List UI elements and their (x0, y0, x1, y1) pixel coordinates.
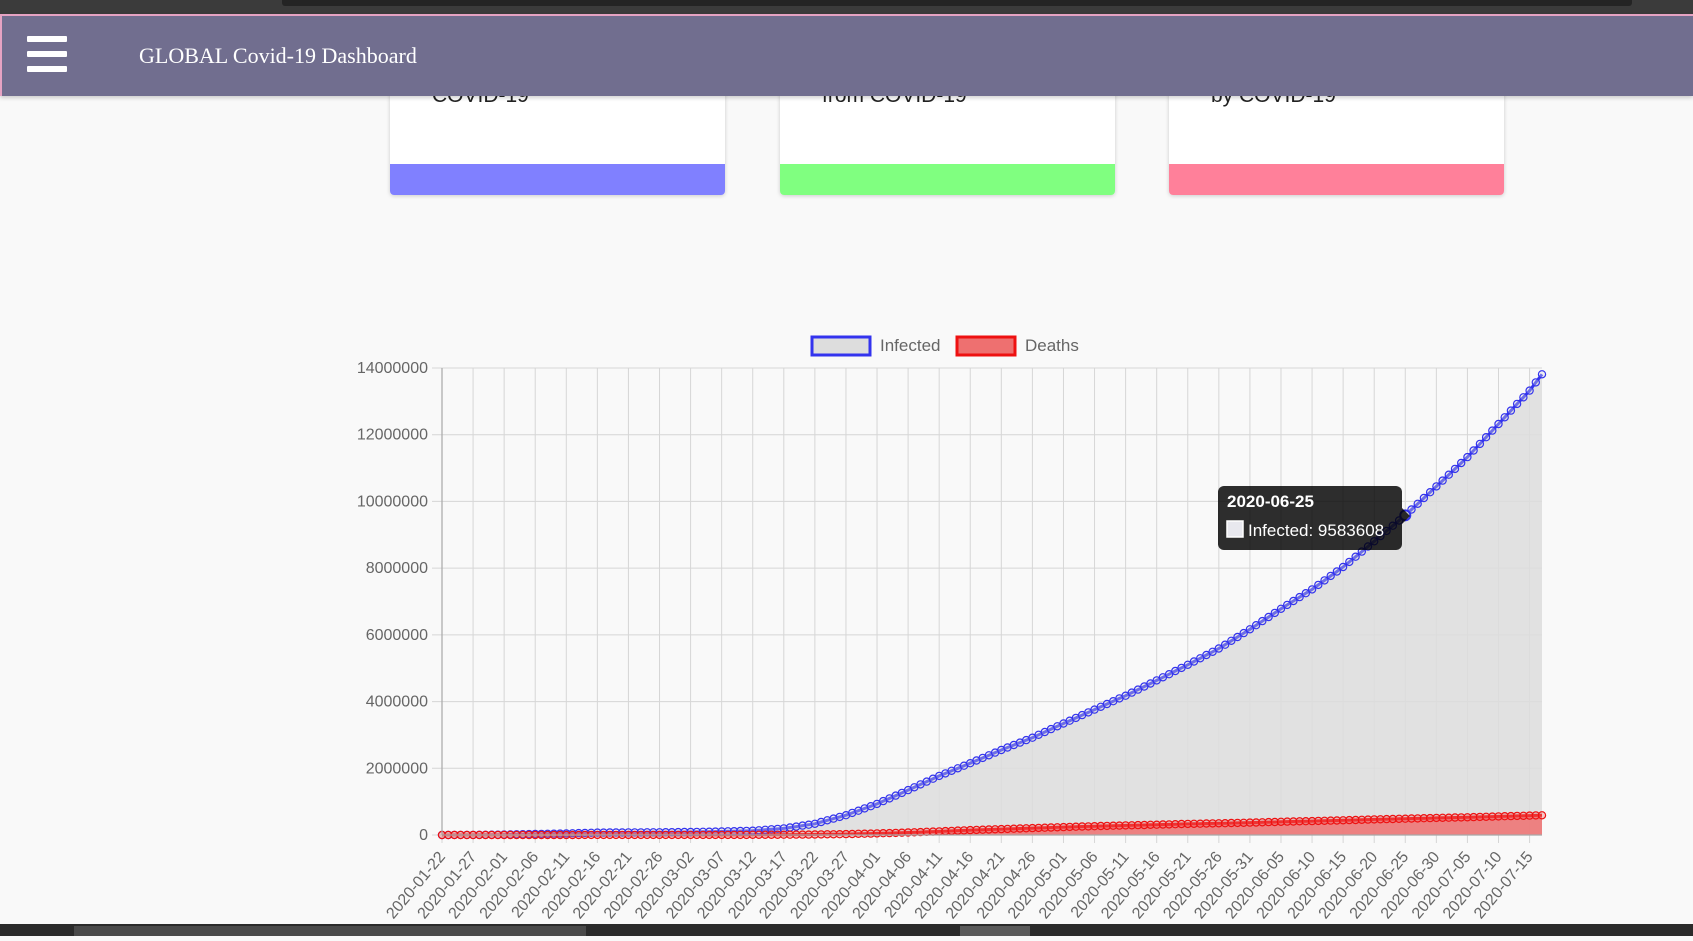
tooltip-swatch (1226, 520, 1244, 538)
data-point (1338, 562, 1348, 572)
data-point (1488, 426, 1497, 435)
data-point (1444, 470, 1454, 479)
data-point (1351, 552, 1360, 561)
y-tick-label: 10000000 (357, 493, 428, 510)
data-point (1525, 386, 1534, 395)
hamburger-menu-icon[interactable] (27, 36, 67, 72)
data-point (1432, 482, 1441, 491)
chart-legend: Infected Deaths (810, 335, 1079, 357)
y-tick-label: 2000000 (366, 760, 428, 777)
covid-line-chart[interactable]: 0 2000000 4000000 6000000 8000000 10000000 120… (0, 320, 1693, 936)
browser-bottom-scrollbar[interactable] (0, 924, 1693, 936)
data-point (1506, 406, 1516, 415)
y-tick-label: 0 (419, 827, 428, 844)
y-tick-label: 4000000 (366, 694, 428, 711)
scrollbar-track-segment (74, 926, 586, 936)
data-point (1469, 446, 1478, 455)
legend-label-deaths: Deaths (1025, 336, 1079, 355)
y-tick-label: 8000000 (366, 560, 428, 577)
data-point (1456, 458, 1466, 468)
browser-top-strip (0, 0, 1693, 14)
legend-label-infected: Infected (880, 336, 941, 355)
card-color-bar (390, 164, 725, 195)
y-tick-label: 14000000 (357, 360, 428, 377)
app-title: GLOBAL Covid-19 Dashboard (139, 43, 417, 68)
data-point (1500, 413, 1509, 422)
tooltip-title: 2020-06-25 (1227, 492, 1314, 511)
card-color-bar (1169, 164, 1504, 195)
data-point (1537, 811, 1547, 820)
data-point (1413, 499, 1422, 508)
scrollbar-thumb[interactable] (960, 926, 1030, 936)
chart-tooltip: 2020-06-25 Infected: 9583608 (1218, 486, 1412, 550)
y-tick-label: 12000000 (357, 427, 428, 444)
data-point (1438, 476, 1447, 485)
series-area-infected (442, 374, 1542, 835)
menu-line (27, 66, 67, 72)
area-layer (442, 374, 1542, 835)
y-tick-label: 6000000 (366, 627, 428, 644)
data-point (1512, 399, 1522, 409)
card-color-bar (780, 164, 1115, 195)
menu-line (27, 51, 67, 57)
data-point (1463, 452, 1472, 462)
data-point (1425, 487, 1435, 497)
app-bar: GLOBAL Covid-19 Dashboard (0, 14, 1693, 96)
legend-swatch-infected (810, 335, 872, 357)
data-point (1494, 419, 1503, 429)
legend-swatch-deaths (955, 335, 1017, 357)
chart-svg[interactable]: 0 2000000 4000000 6000000 8000000 10000000 120… (0, 320, 1693, 936)
data-point (1419, 493, 1429, 503)
data-point (1481, 432, 1491, 442)
tooltip-label: Infected: 9583608 (1248, 521, 1384, 540)
data-point (1345, 557, 1354, 567)
data-point (1537, 370, 1547, 379)
data-point (1450, 464, 1460, 474)
menu-line (27, 36, 67, 42)
data-point (1475, 439, 1485, 449)
data-point (1519, 393, 1528, 402)
browser-top-bar (282, 0, 1632, 6)
data-point (1531, 378, 1541, 387)
